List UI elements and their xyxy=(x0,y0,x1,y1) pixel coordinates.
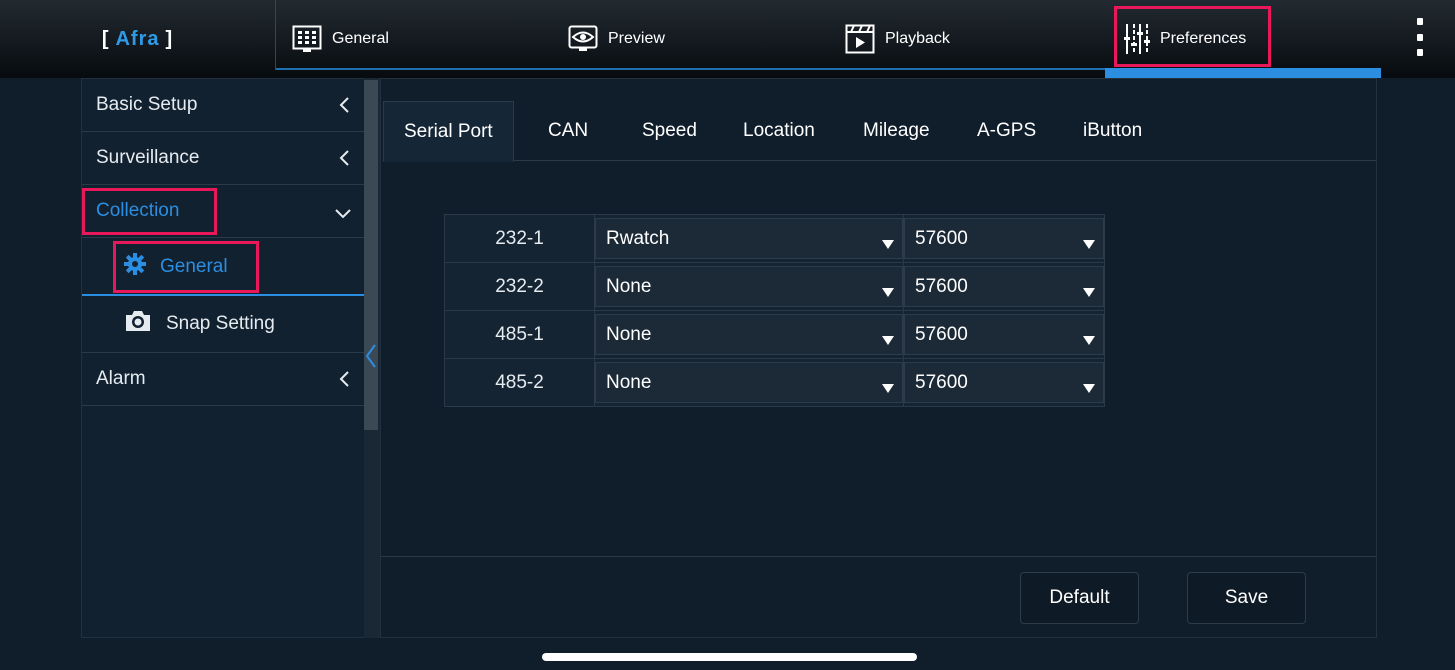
select-value: None xyxy=(606,275,652,297)
brand-bracket-open: [ xyxy=(101,27,110,50)
sidebar-item-label: Alarm xyxy=(96,368,146,389)
home-indicator[interactable] xyxy=(542,653,917,661)
baud-rate-select[interactable]: 57600 xyxy=(904,362,1104,403)
table-row: 232-1 Rwatch 57600 xyxy=(444,214,1105,263)
top-bar: [ Afra ] General Preview Playback Prefer… xyxy=(0,0,1455,78)
table-row: 485-2 None 57600 xyxy=(444,358,1105,407)
port-name: 485-2 xyxy=(444,358,595,407)
sidebar-item-label: Basic Setup xyxy=(96,94,198,115)
eye-monitor-icon xyxy=(568,25,598,53)
highlight-box-collection xyxy=(82,188,217,235)
select-value: Rwatch xyxy=(606,227,670,249)
port-name: 232-2 xyxy=(444,262,595,311)
chevron-left-icon xyxy=(338,370,350,394)
sidebar: Basic Setup Surveillance Collection Gene… xyxy=(81,78,364,638)
baud-rate-select[interactable]: 57600 xyxy=(904,314,1104,355)
select-value: 57600 xyxy=(915,275,968,297)
main-panel: Serial Port CAN Speed Location Mileage A… xyxy=(380,78,1377,638)
default-button[interactable]: Default xyxy=(1020,572,1139,624)
active-tab-indicator xyxy=(1105,68,1381,78)
protocol-select[interactable]: None xyxy=(595,362,903,403)
sidebar-subitem-label: Snap Setting xyxy=(166,313,275,334)
subtab-can[interactable]: CAN xyxy=(548,101,588,161)
brand-divider xyxy=(275,0,276,70)
protocol-select[interactable]: None xyxy=(595,314,903,355)
chevron-down-icon xyxy=(334,204,352,226)
sidebar-item-basic-setup[interactable]: Basic Setup xyxy=(82,79,364,132)
sidebar-item-label: Surveillance xyxy=(96,147,200,168)
nav-tab-playback-label: Playback xyxy=(885,30,950,47)
baud-rate-select[interactable]: 57600 xyxy=(904,266,1104,307)
subtab-a-gps[interactable]: A-GPS xyxy=(977,101,1036,161)
subtab-ibutton[interactable]: iButton xyxy=(1083,101,1142,161)
collapse-sidebar-icon[interactable] xyxy=(364,343,378,374)
footer-divider xyxy=(381,556,1376,557)
nav-tab-preview-label: Preview xyxy=(608,30,665,47)
brand-bracket-close: ] xyxy=(165,27,174,50)
brand-logo: [ Afra ] xyxy=(0,0,275,78)
subtab-label: Location xyxy=(743,120,815,141)
serial-port-table: 232-1 Rwatch 57600 232-2 None 57600 485-… xyxy=(444,214,1105,407)
caret-down-icon xyxy=(1083,234,1095,256)
caret-down-icon xyxy=(882,378,894,400)
nav-tab-playback[interactable]: Playback xyxy=(845,20,950,58)
highlight-box-preferences xyxy=(1114,6,1271,67)
chevron-left-icon xyxy=(338,149,350,173)
subtab-label: CAN xyxy=(548,120,589,141)
subtab-location[interactable]: Location xyxy=(743,101,815,161)
subtab-label: Mileage xyxy=(863,120,930,141)
select-value: None xyxy=(606,371,652,393)
caret-down-icon xyxy=(882,330,894,352)
save-button[interactable]: Save xyxy=(1187,572,1306,624)
sidebar-item-alarm[interactable]: Alarm xyxy=(82,353,364,406)
protocol-select[interactable]: Rwatch xyxy=(595,218,903,259)
select-value: None xyxy=(606,323,652,345)
brand-name: Afra xyxy=(115,27,160,50)
caret-down-icon xyxy=(882,234,894,256)
protocol-select[interactable]: None xyxy=(595,266,903,307)
select-value: 57600 xyxy=(915,371,968,393)
subtab-label: Speed xyxy=(642,120,697,141)
sidebar-item-surveillance[interactable]: Surveillance xyxy=(82,132,364,185)
film-clapper-icon xyxy=(845,24,875,54)
caret-down-icon xyxy=(882,282,894,304)
select-value: 57600 xyxy=(915,227,968,249)
table-row: 485-1 None 57600 xyxy=(444,310,1105,359)
nav-tab-general[interactable]: General xyxy=(292,20,389,58)
subtab-label: Serial Port xyxy=(404,120,493,142)
nav-tab-preview[interactable]: Preview xyxy=(568,20,665,58)
port-name: 485-1 xyxy=(444,310,595,359)
sidebar-scroll-thumb[interactable] xyxy=(364,80,378,430)
nav-tab-general-label: General xyxy=(332,30,389,47)
kebab-menu-icon[interactable] xyxy=(1412,18,1428,56)
sidebar-subitem-snap-setting[interactable]: Snap Setting xyxy=(82,296,364,353)
subtab-speed[interactable]: Speed xyxy=(642,101,697,161)
subtab-label: iButton xyxy=(1083,120,1143,141)
subtab-mileage[interactable]: Mileage xyxy=(863,101,930,161)
table-row: 232-2 None 57600 xyxy=(444,262,1105,311)
port-name: 232-1 xyxy=(444,214,595,263)
caret-down-icon xyxy=(1083,282,1095,304)
camera-icon xyxy=(124,309,152,339)
subtab-bar: Serial Port CAN Speed Location Mileage A… xyxy=(383,101,1376,162)
select-value: 57600 xyxy=(915,323,968,345)
baud-rate-select[interactable]: 57600 xyxy=(904,218,1104,259)
caret-down-icon xyxy=(1083,330,1095,352)
grid-monitor-icon xyxy=(292,25,322,53)
subtab-serial-port[interactable]: Serial Port xyxy=(383,101,514,162)
caret-down-icon xyxy=(1083,378,1095,400)
highlight-box-general xyxy=(113,241,259,293)
chevron-left-icon xyxy=(338,96,350,120)
subtab-label: A-GPS xyxy=(977,120,1037,141)
